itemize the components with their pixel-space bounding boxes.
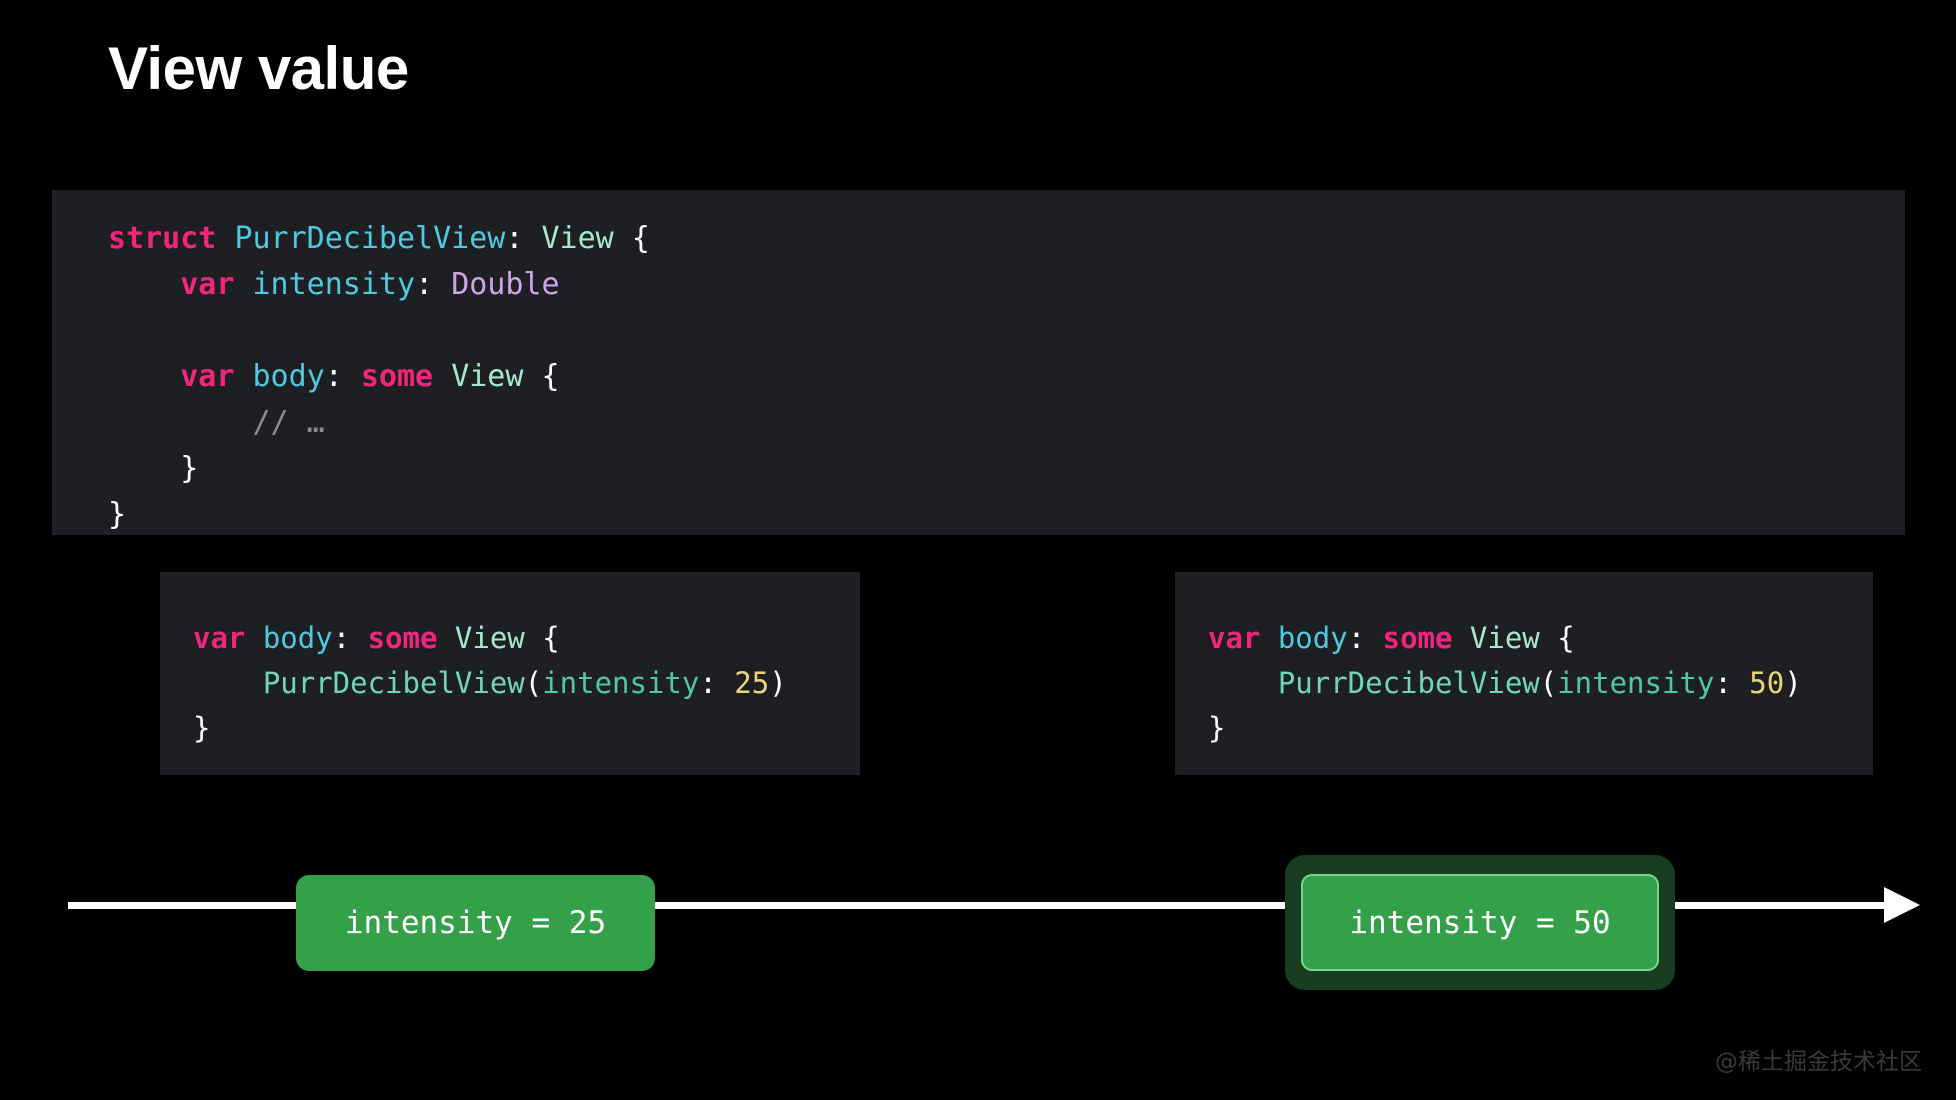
timeline-pill-right-label: intensity = 50: [1349, 904, 1611, 941]
code-token: }: [108, 497, 127, 532]
code-token: :: [415, 267, 452, 302]
timeline-arrow-icon: [1884, 887, 1920, 923]
code-token: some: [367, 621, 455, 655]
code-token: var: [180, 267, 253, 302]
code-token: struct: [108, 221, 235, 256]
timeline-pill-right-highlight-ring: intensity = 50: [1285, 855, 1675, 990]
code-token: }: [108, 451, 199, 486]
code-token: 25: [734, 666, 770, 700]
code-token: :: [699, 666, 735, 700]
code-token: :: [332, 621, 368, 655]
code-token: {: [613, 221, 650, 256]
watermark: @稀土掘金技术社区: [1715, 1049, 1922, 1075]
code-token: :: [505, 221, 542, 256]
code-line: struct PurrDecibelView: View {: [108, 216, 1905, 262]
code-token: (: [1539, 666, 1558, 700]
code-line: var body: some View {: [1208, 616, 1873, 661]
code-line: PurrDecibelView(intensity: 50): [1208, 661, 1873, 706]
code-token: var: [193, 621, 263, 655]
code-token: }: [1208, 711, 1226, 745]
code-token: (: [524, 666, 543, 700]
code-token: }: [193, 711, 211, 745]
code-token: View: [1469, 621, 1540, 655]
code-token: var: [180, 359, 253, 394]
code-token: intensity: [1557, 666, 1715, 700]
code-token: :: [1714, 666, 1750, 700]
code-line: // …: [108, 400, 1905, 446]
code-token: ): [1784, 666, 1802, 700]
code-token: intensity: [252, 267, 416, 302]
code-token: PurrDecibelView: [1277, 666, 1540, 700]
code-token: :: [324, 359, 361, 394]
code-block-body-intensity-50: var body: some View { PurrDecibelView(in…: [1175, 572, 1873, 775]
timeline-pill-intensity-50[interactable]: intensity = 50: [1301, 874, 1659, 971]
code-token: body: [252, 359, 325, 394]
code-line: }: [193, 706, 860, 751]
code-line: }: [1208, 706, 1873, 751]
page-title: View value: [108, 35, 409, 102]
code-token: PurrDecibelView: [262, 666, 525, 700]
code-token: {: [523, 359, 560, 394]
code-block-struct-definition: struct PurrDecibelView: View { var inten…: [52, 190, 1905, 535]
code-token: {: [1539, 621, 1575, 655]
timeline-pill-intensity-25[interactable]: intensity = 25: [296, 875, 655, 971]
code-token: // …: [252, 405, 325, 440]
code-token: body: [1277, 621, 1348, 655]
code-token: Double: [451, 267, 560, 302]
timeline-pill-left-label: intensity = 25: [344, 905, 607, 941]
slide-root: View value struct PurrDecibelView: View …: [0, 0, 1956, 1100]
code-line: var intensity: Double: [108, 262, 1905, 308]
code-line: }: [108, 492, 1905, 538]
code-line: }: [108, 446, 1905, 492]
code-line: var body: some View {: [108, 354, 1905, 400]
code-block-body-intensity-25: var body: some View { PurrDecibelView(in…: [160, 572, 860, 775]
code-token: PurrDecibelView: [234, 221, 506, 256]
code-token: ): [769, 666, 787, 700]
timeline: intensity = 25 intensity = 50: [0, 840, 1956, 990]
code-token: 50: [1749, 666, 1785, 700]
code-token: :: [1347, 621, 1383, 655]
code-token: intensity: [542, 666, 700, 700]
code-token: {: [524, 621, 560, 655]
code-token: View: [451, 359, 524, 394]
code-line: var body: some View {: [193, 616, 860, 661]
code-token: var: [1208, 621, 1278, 655]
code-line: PurrDecibelView(intensity: 25): [193, 661, 860, 706]
code-token: some: [1382, 621, 1470, 655]
code-token: View: [454, 621, 525, 655]
code-token: some: [360, 359, 452, 394]
code-token: View: [541, 221, 614, 256]
code-token: body: [262, 621, 333, 655]
